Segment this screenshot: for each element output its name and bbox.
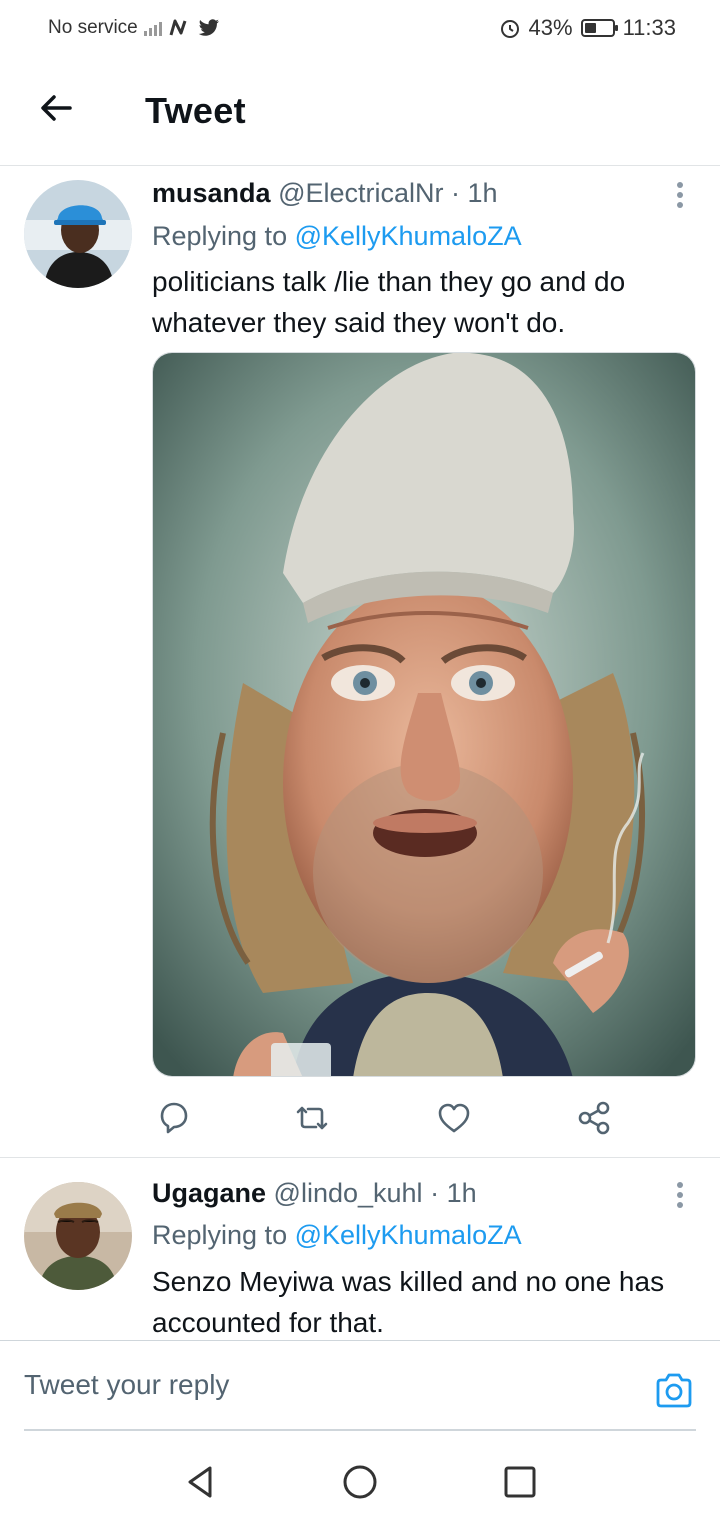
- battery-icon: [580, 19, 618, 37]
- signal-icon: [143, 20, 162, 36]
- reply-input[interactable]: [24, 1363, 624, 1407]
- reply-underline: [24, 1429, 696, 1431]
- reply-icon[interactable]: [152, 1096, 196, 1140]
- like-icon[interactable]: [432, 1096, 476, 1140]
- tweet-header: musanda @ElectricalNr · 1h: [152, 178, 498, 209]
- tweet[interactable]: Ugagane @lindo_kuhl · 1h Replying to @Ke…: [0, 1158, 720, 1340]
- clock: 11:33: [622, 15, 676, 40]
- avatar-image: [24, 1182, 132, 1290]
- avatar-image: [24, 180, 132, 288]
- avatar[interactable]: [24, 1182, 132, 1290]
- replying-prefix: Replying to: [152, 221, 295, 251]
- replying-prefix: Replying to: [152, 1220, 295, 1250]
- status-left: No service: [48, 17, 220, 39]
- tweet-media[interactable]: [152, 352, 696, 1077]
- camera-icon[interactable]: [652, 1369, 696, 1413]
- tweet-actions: [152, 1096, 696, 1140]
- replying-to: Replying to @KellyKhumaloZA: [152, 221, 522, 252]
- user-handle[interactable]: @lindo_kuhl: [274, 1178, 423, 1208]
- twitter-icon: [198, 19, 219, 36]
- carrier-label: No service: [48, 17, 138, 38]
- back-triangle-icon[interactable]: [180, 1462, 220, 1502]
- system-nav-bar: [0, 1432, 720, 1520]
- tweet-text: politicians talk /lie than they go and d…: [152, 266, 626, 338]
- status-bar: No service 43% 11:33: [0, 0, 720, 56]
- replying-to: Replying to @KellyKhumaloZA: [152, 1220, 522, 1251]
- mention-link[interactable]: @KellyKhumaloZA: [295, 221, 522, 251]
- status-right: 43% 11:33: [499, 15, 676, 41]
- more-options-icon[interactable]: [668, 178, 692, 214]
- mention-link[interactable]: @KellyKhumaloZA: [295, 1220, 522, 1250]
- tweet-time: · 1h: [430, 1178, 477, 1208]
- nfc-icon: [169, 19, 187, 36]
- retweet-icon[interactable]: [290, 1096, 334, 1140]
- tweet-text: Senzo Meyiwa was killed and no one has a…: [152, 1266, 665, 1338]
- alarm-icon: [500, 20, 519, 38]
- user-handle[interactable]: @ElectricalNr: [278, 178, 443, 208]
- recents-square-icon[interactable]: [500, 1462, 540, 1502]
- arrow-left-icon[interactable]: [36, 88, 76, 128]
- top-app-bar: Tweet: [0, 56, 720, 166]
- home-circle-icon[interactable]: [340, 1462, 380, 1502]
- share-icon[interactable]: [572, 1096, 616, 1140]
- tweet-header: Ugagane @lindo_kuhl · 1h: [152, 1178, 477, 1209]
- battery-fill: [584, 23, 596, 33]
- avatar[interactable]: [24, 180, 132, 288]
- more-options-icon[interactable]: [668, 1178, 692, 1214]
- tweet[interactable]: musanda @ElectricalNr · 1h Replying to @…: [0, 166, 720, 1158]
- battery-percent: 43%: [528, 15, 573, 40]
- caricature-image: [153, 353, 695, 1076]
- page-title: Tweet: [145, 90, 246, 131]
- reply-composer: [0, 1340, 720, 1432]
- display-name[interactable]: Ugagane: [152, 1178, 266, 1208]
- display-name[interactable]: musanda: [152, 178, 271, 208]
- tweet-time: · 1h: [451, 178, 498, 208]
